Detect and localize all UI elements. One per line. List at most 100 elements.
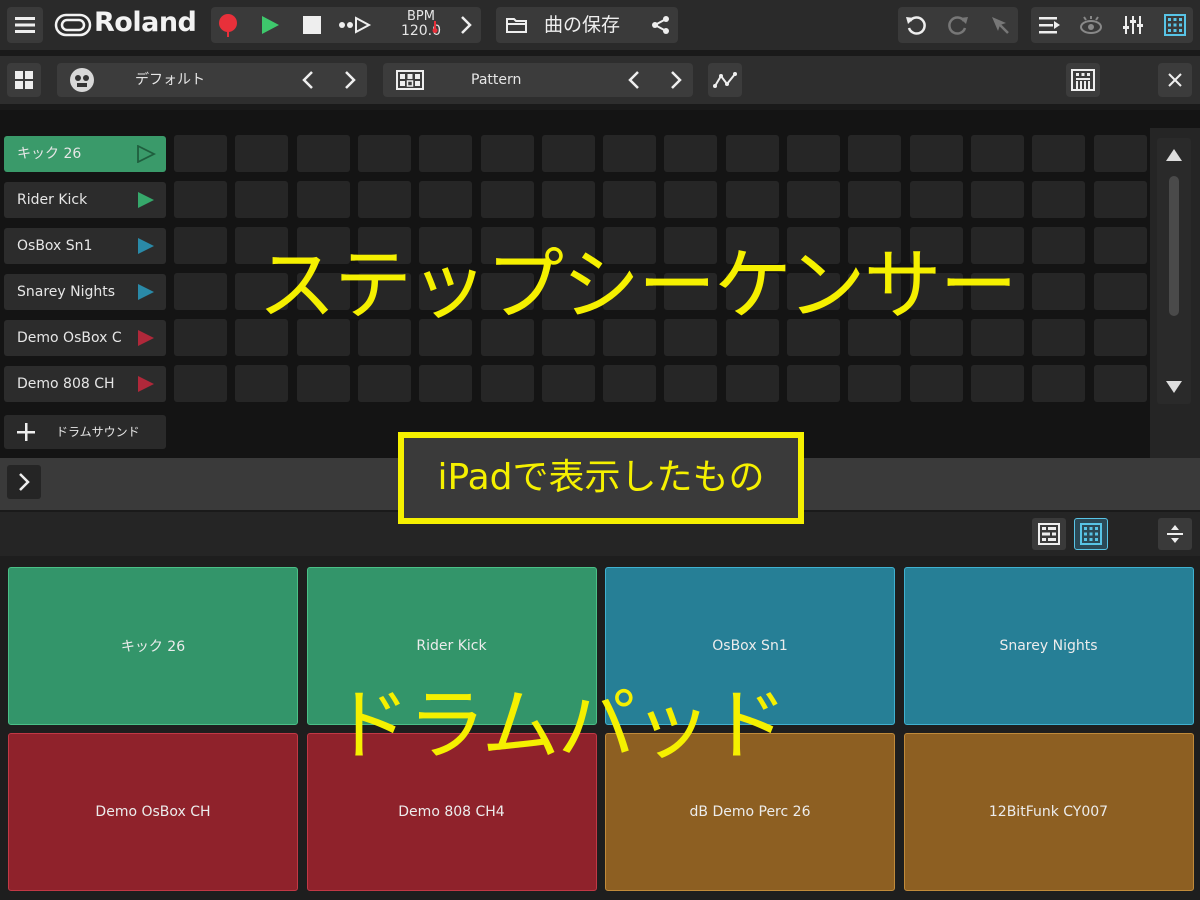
step-cell[interactable] (1032, 227, 1086, 264)
step-cell[interactable] (174, 365, 227, 402)
menu-button[interactable] (7, 7, 43, 43)
step-cell[interactable] (174, 273, 227, 310)
step-cell[interactable] (1032, 135, 1086, 172)
keyboard-view-button[interactable] (1066, 63, 1100, 97)
step-cell[interactable] (419, 365, 473, 402)
visibility-button[interactable] (1073, 7, 1109, 43)
pad-grid-view-button[interactable] (1074, 518, 1108, 550)
step-cell[interactable] (1093, 319, 1147, 356)
kit-icon-button[interactable] (65, 63, 99, 97)
step-cell[interactable] (1032, 319, 1086, 356)
open-folder-button[interactable] (500, 7, 534, 43)
step-cell[interactable] (174, 319, 227, 356)
track-row[interactable]: Demo 808 CH (4, 366, 166, 402)
close-editor-button[interactable] (1158, 63, 1192, 97)
step-cell[interactable] (480, 181, 534, 218)
step-cell[interactable] (1093, 227, 1147, 264)
step-cell[interactable] (848, 135, 902, 172)
record-button[interactable] (211, 7, 245, 43)
step-cell[interactable] (970, 181, 1024, 218)
track-preview-play-icon[interactable] (136, 375, 156, 393)
step-cell[interactable] (357, 135, 411, 172)
save-song-button[interactable]: 曲の保存 (544, 7, 620, 43)
step-cell[interactable] (174, 181, 227, 218)
step-cell[interactable] (296, 181, 350, 218)
step-cell[interactable] (541, 365, 595, 402)
step-cell[interactable] (725, 135, 779, 172)
track-row[interactable]: Rider Kick (4, 182, 166, 218)
scrollbar-thumb[interactable] (1169, 176, 1179, 316)
step-cell[interactable] (970, 365, 1024, 402)
step-cell[interactable] (357, 181, 411, 218)
resize-panel-button[interactable] (1158, 518, 1192, 550)
grid-menu-button[interactable] (7, 63, 41, 97)
track-row[interactable]: Demo OsBox C (4, 320, 166, 356)
track-preview-play-icon[interactable] (136, 191, 156, 209)
step-cell[interactable] (603, 135, 657, 172)
step-cell[interactable] (1032, 273, 1086, 310)
step-cell[interactable] (909, 365, 963, 402)
stop-button[interactable] (295, 7, 329, 43)
pattern-icon-button[interactable] (393, 63, 427, 97)
step-cell[interactable] (664, 181, 718, 218)
step-cell[interactable] (419, 135, 473, 172)
drum-pad[interactable]: Snarey Nights (903, 567, 1194, 725)
pattern-next-button[interactable] (661, 63, 691, 97)
step-cell[interactable] (174, 227, 227, 264)
track-preview-play-icon[interactable] (136, 329, 156, 347)
step-cell[interactable] (909, 135, 963, 172)
drum-pad[interactable]: Demo OsBox CH (8, 733, 298, 891)
step-cell[interactable] (909, 181, 963, 218)
track-preview-play-icon[interactable] (136, 145, 156, 163)
step-cell[interactable] (787, 135, 840, 172)
step-cell[interactable] (787, 181, 840, 218)
step-cell[interactable] (848, 181, 902, 218)
track-preview-play-icon[interactable] (136, 283, 156, 301)
step-cell[interactable] (357, 365, 411, 402)
step-cell[interactable] (725, 365, 779, 402)
track-row[interactable]: キック 26 (4, 136, 166, 172)
undo-button[interactable] (898, 7, 934, 43)
bpm-value[interactable]: 120.0 (391, 24, 451, 39)
automation-button[interactable] (708, 63, 742, 97)
step-cell[interactable] (787, 365, 840, 402)
select-tool-button[interactable] (982, 7, 1018, 43)
pad-view-button[interactable] (1157, 7, 1193, 43)
drum-pad[interactable]: 12BitFunk CY007 (903, 733, 1194, 891)
track-preview-play-icon[interactable] (136, 237, 156, 255)
step-cell[interactable] (1093, 365, 1147, 402)
step-cell[interactable] (1032, 181, 1086, 218)
pattern-prev-button[interactable] (619, 63, 649, 97)
step-cell[interactable] (1032, 365, 1086, 402)
step-cell[interactable] (480, 135, 534, 172)
step-cell[interactable] (603, 365, 657, 402)
share-button[interactable] (644, 7, 678, 43)
add-drum-sound-button[interactable]: ドラムサウンド (4, 415, 166, 449)
step-cell[interactable] (1093, 273, 1147, 310)
track-row[interactable]: OsBox Sn1 (4, 228, 166, 264)
step-cell[interactable] (970, 135, 1024, 172)
step-cell[interactable] (296, 365, 350, 402)
step-cell[interactable] (174, 135, 227, 172)
loop-playback-button[interactable] (335, 7, 375, 43)
step-cell[interactable] (235, 181, 289, 218)
kit-prev-button[interactable] (293, 63, 323, 97)
step-cell[interactable] (1093, 181, 1147, 218)
step-cell[interactable] (664, 135, 718, 172)
redo-button[interactable] (940, 7, 976, 43)
play-button[interactable] (253, 7, 287, 43)
step-cell[interactable] (235, 135, 289, 172)
step-cell[interactable] (848, 365, 902, 402)
step-cell[interactable] (296, 135, 350, 172)
mixer-button[interactable] (1115, 7, 1151, 43)
kit-next-button[interactable] (335, 63, 365, 97)
pad-list-view-button[interactable] (1032, 518, 1066, 550)
track-row[interactable]: Snarey Nights (4, 274, 166, 310)
drum-pad[interactable]: キック 26 (8, 567, 298, 725)
step-cell[interactable] (541, 135, 595, 172)
step-cell[interactable] (603, 181, 657, 218)
step-cell[interactable] (1093, 135, 1147, 172)
tracks-view-button[interactable] (1031, 7, 1067, 43)
step-cell[interactable] (725, 181, 779, 218)
step-cell[interactable] (480, 365, 534, 402)
